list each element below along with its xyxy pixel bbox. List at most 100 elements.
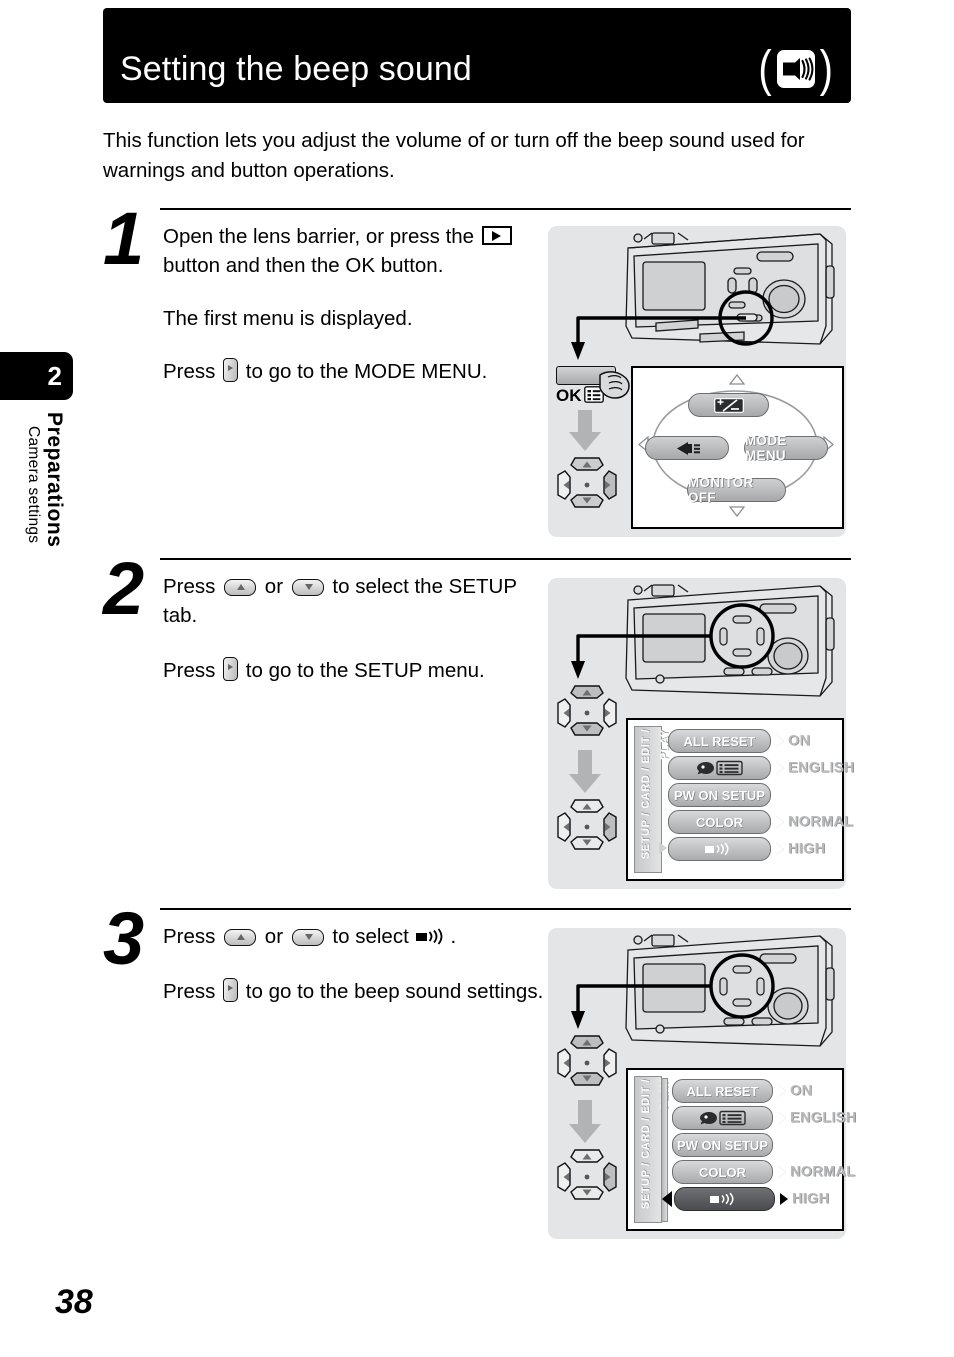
page-header: Setting the beep sound ( )	[103, 8, 851, 103]
paren-left: (	[758, 41, 772, 97]
chapter-subtitle: Camera settings	[25, 426, 42, 544]
step-divider	[160, 908, 851, 910]
playback-button-icon	[481, 226, 512, 245]
page-number: 38	[55, 1283, 93, 1321]
setup-row-color[interactable]: COLOR NORMAL	[672, 1160, 855, 1184]
chapter-tab: 2	[0, 352, 73, 400]
setup-row-label: COLOR	[668, 810, 771, 834]
step-divider	[160, 208, 851, 210]
flash-mode-icon	[672, 441, 702, 456]
chapter-label-vertical: Preparations Camera settings	[25, 412, 66, 548]
setup-menu-screen-step2: SETUP / CARD / EDIT / PLAY ALL RESET ON	[626, 718, 854, 881]
menu-up-indicator	[729, 374, 745, 385]
exposure-compensation-icon	[713, 397, 744, 413]
row-left-arrow-icon	[662, 1191, 672, 1207]
arrow-pad-up-icon	[224, 579, 257, 596]
setup-row-all-reset[interactable]: ALL RESET ON	[668, 729, 810, 753]
setup-row-value: NORMAL	[788, 814, 854, 830]
menu-item-mode-menu[interactable]: MODE MENU	[744, 433, 828, 463]
step-number: 1	[103, 197, 144, 280]
menu-item-label: MONITOR OFF	[688, 475, 754, 505]
row-value-arrow-icon	[776, 816, 784, 828]
step-paragraph: Open the lens barrier, or press the butt…	[163, 222, 553, 280]
setup-row-value: ENGLISH	[790, 1110, 857, 1126]
setup-row-pw-on-setup[interactable]: PW ON SETUP	[672, 1133, 773, 1157]
menu-tabs-label[interactable]: SETUP / CARD / EDIT / PLAY	[637, 729, 671, 868]
setup-row-label: PW ON SETUP	[668, 783, 771, 807]
setup-row-value: HIGH	[788, 841, 826, 857]
step-paragraph: Press or to select .	[163, 925, 457, 948]
step-2-illustration: SETUP / CARD / EDIT / PLAY ALL RESET ON	[548, 578, 854, 889]
arrow-pad-group	[554, 454, 620, 516]
step-instructions: Press or to select the SETUP tab. Press …	[163, 572, 553, 699]
step-paragraph: The first menu is displayed.	[163, 307, 413, 330]
menu-down-indicator	[729, 506, 745, 517]
step-divider	[160, 558, 851, 560]
beep-sound-icon	[674, 1187, 775, 1211]
menu-item-monitor-off[interactable]: MONITOR OFF	[687, 475, 786, 505]
setup-row-value: HIGH	[792, 1191, 830, 1207]
row-value-arrow-icon	[776, 762, 784, 774]
step-instructions: Press or to select . Press to go to the …	[163, 922, 553, 1020]
setup-row-label: ALL RESET	[668, 729, 771, 753]
ok-label: OK	[556, 386, 582, 405]
setup-row-beep[interactable]: HIGH	[668, 837, 825, 861]
setup-row-value: ON	[788, 733, 811, 749]
row-value-arrow-icon	[778, 1112, 786, 1124]
setup-row-label: ALL RESET	[672, 1079, 773, 1103]
setup-menu-screen-step3: SETUP / CARD / EDIT / PLAY ALL RESET ON	[626, 1068, 856, 1231]
setup-row-label: PW ON SETUP	[672, 1133, 773, 1157]
arrow-pad-group-lower	[554, 1146, 620, 1208]
flow-arrow-down-icon	[569, 750, 601, 793]
paren-right: )	[819, 41, 833, 97]
row-value-arrow-icon	[778, 1085, 786, 1097]
step-number: 2	[103, 547, 144, 630]
row-value-arrow-icon	[778, 1166, 786, 1178]
arrow-pad-right-icon	[223, 657, 239, 681]
arrow-pad-group-upper	[554, 682, 620, 744]
beep-sound-icon	[776, 50, 815, 88]
active-tab-pointer	[659, 842, 667, 854]
menu-item-exposure-compensation[interactable]	[688, 393, 769, 417]
setup-row-pw-on-setup[interactable]: PW ON SETUP	[668, 783, 771, 807]
chapter-title: Preparations	[43, 412, 66, 548]
setup-row-color[interactable]: COLOR NORMAL	[668, 810, 853, 834]
arrow-pad-group-lower	[554, 796, 620, 858]
arrow-pad-group-upper	[554, 1032, 620, 1094]
setup-row-value: NORMAL	[790, 1164, 856, 1180]
language-icon	[668, 756, 771, 780]
step-paragraph: Press or to select the SETUP tab.	[163, 575, 517, 627]
step-paragraph: Press to go to the beep sound settings.	[163, 978, 544, 1003]
menu-tabs-label[interactable]: SETUP / CARD / EDIT / PLAY	[637, 1079, 671, 1218]
flow-arrow-down-icon	[569, 1100, 601, 1143]
step-paragraph: Press to go to the SETUP menu.	[163, 657, 485, 682]
step-instructions: Open the lens barrier, or press the butt…	[163, 222, 553, 400]
header-icon-group: ( )	[758, 41, 833, 97]
language-icon	[672, 1106, 773, 1130]
flow-arrow-down-icon	[569, 410, 601, 451]
first-menu-screen: MODE MENU MONITOR OFF	[631, 366, 844, 529]
setup-row-beep-selected[interactable]: HIGH	[662, 1187, 829, 1211]
chapter-number: 2	[47, 361, 62, 391]
menu-item-label: MODE MENU	[745, 433, 787, 463]
row-value-arrow-icon	[780, 1193, 788, 1205]
setup-row-label: COLOR	[672, 1160, 773, 1184]
arrow-pad-down-icon	[291, 579, 324, 596]
beep-sound-glyph	[416, 928, 450, 945]
step-number: 3	[103, 897, 144, 980]
step-1-illustration: OK MODE MENU MONITOR OFF	[548, 226, 846, 537]
row-value-arrow-icon	[776, 843, 784, 855]
setup-row-value: ENGLISH	[788, 760, 855, 776]
arrow-pad-right-icon	[223, 358, 239, 382]
row-value-arrow-icon	[776, 735, 784, 747]
setup-row-language[interactable]: ENGLISH	[672, 1106, 857, 1130]
arrow-pad-right-icon	[223, 978, 239, 1002]
setup-row-language[interactable]: ENGLISH	[668, 756, 855, 780]
intro-paragraph: This function lets you adjust the volume…	[103, 129, 805, 182]
setup-row-all-reset[interactable]: ALL RESET ON	[672, 1079, 812, 1103]
step-paragraph: Press to go to the MODE MENU.	[163, 358, 488, 383]
arrow-pad-up-icon	[224, 929, 257, 946]
arrow-pad-down-icon	[291, 929, 324, 946]
menu-item-flash-mode[interactable]	[645, 436, 729, 460]
step-3-illustration: SETUP / CARD / EDIT / PLAY ALL RESET ON	[548, 928, 856, 1239]
